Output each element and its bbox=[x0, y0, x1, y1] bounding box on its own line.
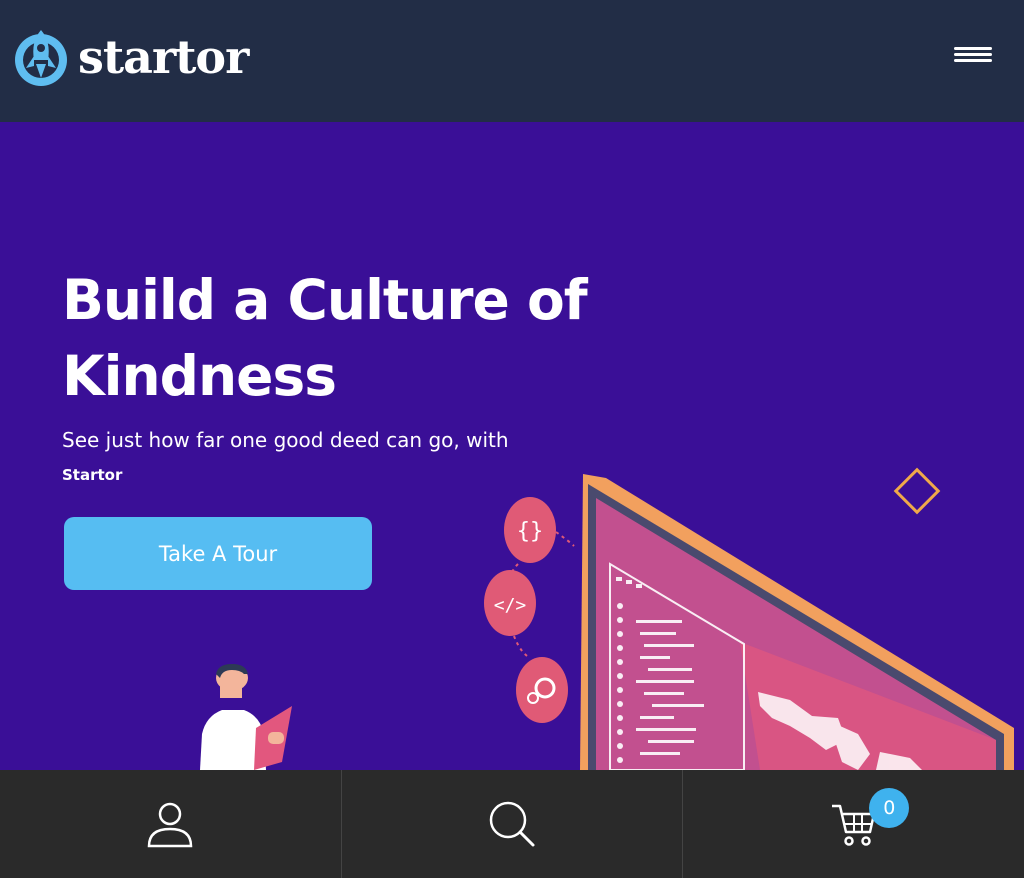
brand-name: startor bbox=[78, 30, 249, 84]
user-icon bbox=[148, 802, 193, 848]
site-logo[interactable]: startor bbox=[12, 24, 249, 90]
account-button[interactable] bbox=[0, 770, 341, 878]
gear-icon bbox=[516, 657, 568, 723]
cart-count-badge: 0 bbox=[869, 788, 910, 828]
search-icon bbox=[489, 801, 535, 847]
svg-text:{}: {} bbox=[517, 519, 544, 544]
bottom-nav: 0 bbox=[0, 770, 1024, 878]
hero-subtitle: See just how far one good deed can go, w… bbox=[62, 428, 509, 452]
code-slash-icon: </> bbox=[484, 570, 536, 636]
rocket-icon bbox=[12, 26, 70, 88]
person-illustration bbox=[200, 664, 292, 770]
hero-title: Build a Culture of Kindness bbox=[62, 262, 622, 414]
cart-button[interactable]: 0 bbox=[682, 770, 1024, 878]
hero-title-line1: Build a Culture of bbox=[62, 268, 588, 332]
monitor-illustration bbox=[580, 474, 1014, 770]
svg-text:</>: </> bbox=[494, 595, 527, 616]
code-braces-icon: {} bbox=[504, 497, 556, 563]
hero-title-line2: Kindness bbox=[62, 344, 337, 408]
diamond-decoration bbox=[893, 467, 941, 515]
take-a-tour-button[interactable]: Take A Tour bbox=[64, 517, 372, 590]
hero-brand-mention: Startor bbox=[62, 466, 123, 484]
site-header: startor bbox=[0, 0, 1024, 122]
hero-section: {} </> Build a Culture of Kindness See j… bbox=[0, 122, 1024, 770]
search-button[interactable] bbox=[340, 770, 683, 878]
hamburger-menu-icon[interactable] bbox=[950, 44, 996, 68]
